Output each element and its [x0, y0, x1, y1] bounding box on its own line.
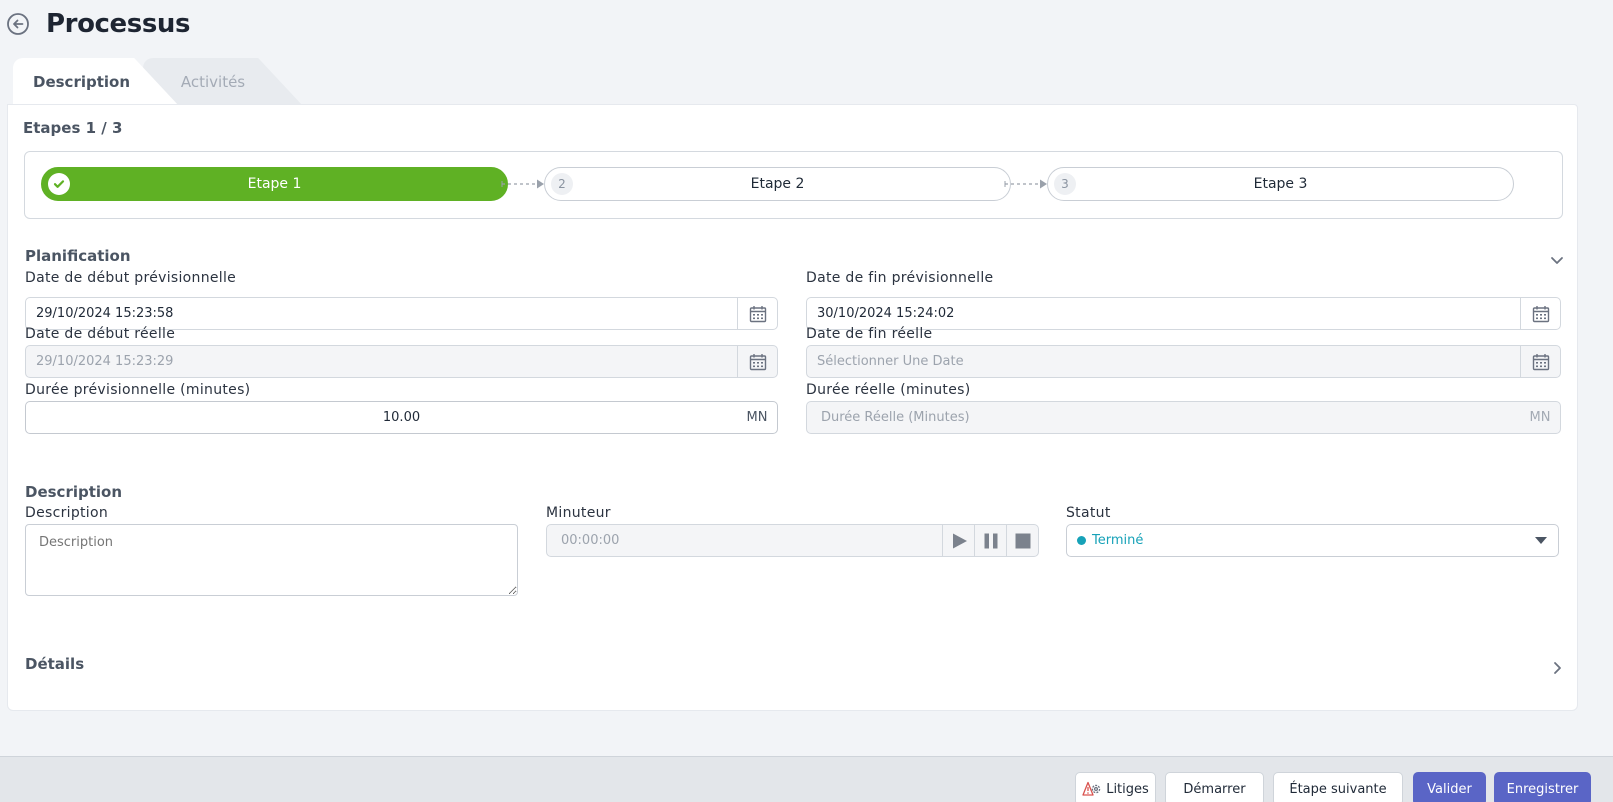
- end-planned-value: 30/10/2024 15:24:02: [817, 306, 955, 321]
- start-planned-value: 29/10/2024 15:23:58: [36, 306, 174, 321]
- end-actual-input[interactable]: Sélectionner Une Date: [806, 345, 1561, 378]
- duration-planned-label: Durée prévisionnelle (minutes): [25, 382, 251, 398]
- step-3-label: Etape 3: [1253, 176, 1308, 192]
- pause-icon[interactable]: [974, 525, 1006, 556]
- step-1-label: Etape 1: [247, 176, 302, 192]
- step-2[interactable]: 2 Etape 2: [544, 167, 1011, 201]
- duration-actual-label: Durée réelle (minutes): [806, 382, 971, 398]
- calendar-icon[interactable]: [1520, 298, 1560, 329]
- status-label: Statut: [1066, 505, 1111, 521]
- action-toolbar: Litiges Démarrer Étape suivante Valider …: [0, 756, 1613, 802]
- litiges-label: Litiges: [1106, 781, 1149, 797]
- status-value: Terminé: [1092, 533, 1144, 548]
- end-actual-placeholder: Sélectionner Une Date: [817, 354, 964, 369]
- back-arrow-icon[interactable]: [6, 12, 30, 36]
- tab-description[interactable]: Description: [13, 58, 179, 106]
- calendar-icon[interactable]: [737, 346, 777, 377]
- step-connector-arrow-icon: [1004, 179, 1047, 189]
- steps-heading: Etapes 1 / 3: [23, 119, 123, 137]
- warning-gear-icon: [1082, 781, 1102, 797]
- step-connector-arrow-icon: [501, 179, 544, 189]
- chevron-right-icon[interactable]: [1549, 660, 1565, 676]
- start-button[interactable]: Démarrer: [1165, 772, 1264, 802]
- timer-display: 00:00:00: [546, 524, 1039, 557]
- litiges-button[interactable]: Litiges: [1075, 772, 1156, 802]
- step-2-label: Etape 2: [750, 176, 805, 192]
- start-actual-input[interactable]: 29/10/2024 15:23:29: [25, 345, 778, 378]
- step-progress: Etape 1 2 Etape 2 3 Etape 3: [24, 151, 1563, 219]
- start-actual-label: Date de début réelle: [25, 326, 176, 342]
- description-textarea[interactable]: [25, 524, 518, 596]
- tab-activities-label: Activités: [180, 73, 246, 91]
- validate-button[interactable]: Valider: [1413, 772, 1486, 802]
- start-actual-value: 29/10/2024 15:23:29: [36, 354, 174, 369]
- duration-actual-placeholder: Durée Réelle (Minutes): [821, 410, 970, 425]
- duration-planned-value: 10.00: [382, 410, 421, 425]
- step-3-number: 3: [1054, 173, 1076, 195]
- step-3[interactable]: 3 Etape 3: [1047, 167, 1514, 201]
- caret-down-icon: [1535, 537, 1547, 544]
- timer-label: Minuteur: [546, 505, 611, 521]
- page-title: Processus: [46, 9, 191, 39]
- process-card: Etapes 1 / 3 Etape 1 2 Etape 2 3 Etape 3…: [7, 104, 1578, 711]
- calendar-icon[interactable]: [1520, 346, 1560, 377]
- planning-heading: Planification: [25, 247, 131, 265]
- start-planned-label: Date de début prévisionnelle: [25, 270, 237, 286]
- stop-icon[interactable]: [1006, 525, 1038, 556]
- end-planned-label: Date de fin prévisionnelle: [806, 270, 994, 286]
- tab-description-label: Description: [33, 73, 131, 91]
- save-button[interactable]: Enregistrer: [1494, 772, 1591, 802]
- timer-value: 00:00:00: [561, 533, 620, 548]
- step-2-number: 2: [551, 173, 573, 195]
- end-actual-label: Date de fin réelle: [806, 326, 933, 342]
- status-select[interactable]: Terminé: [1066, 524, 1559, 557]
- page-header: Processus: [6, 6, 191, 42]
- status-dot: [1077, 536, 1086, 545]
- description-label: Description: [25, 505, 109, 521]
- duration-actual-input[interactable]: Durée Réelle (Minutes) MN: [806, 401, 1561, 434]
- tab-bar: Activités Description: [13, 58, 313, 106]
- calendar-icon[interactable]: [737, 298, 777, 329]
- details-heading: Détails: [25, 655, 85, 673]
- description-heading: Description: [25, 483, 123, 501]
- play-icon[interactable]: [942, 525, 974, 556]
- chevron-down-icon[interactable]: [1549, 252, 1565, 268]
- duration-actual-unit: MN: [1529, 410, 1551, 425]
- duration-planned-input[interactable]: 10.00 MN: [25, 401, 778, 434]
- next-step-button[interactable]: Étape suivante: [1273, 772, 1403, 802]
- duration-planned-unit: MN: [746, 410, 768, 425]
- check-icon: [48, 173, 70, 195]
- step-1[interactable]: Etape 1: [41, 167, 508, 201]
